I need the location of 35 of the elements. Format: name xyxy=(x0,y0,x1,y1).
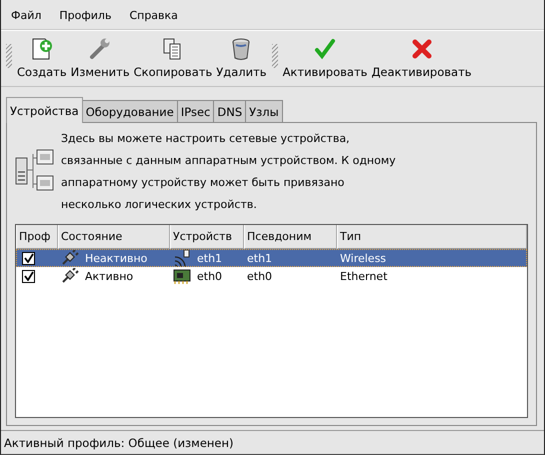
plug-icon xyxy=(61,268,79,284)
alias-text: eth1 xyxy=(247,252,272,264)
wrench-icon xyxy=(88,37,112,61)
tab[interactable]: Оборудование xyxy=(82,100,178,122)
table-row[interactable]: Неактивно eth1 eth1 Wireless xyxy=(16,249,527,267)
description-text: Здесь вы можете настроить сетевые устройства, связанные с данным аппаратным устройством. К одному аппаратному устройству может быть привязано несколько логических устройств. xyxy=(61,131,397,213)
checkbox[interactable] xyxy=(22,252,35,264)
network-card-icon xyxy=(173,268,191,284)
menu-item[interactable]: Профиль xyxy=(59,9,112,22)
tab[interactable]: Устройства xyxy=(6,97,83,123)
cross-icon xyxy=(410,37,434,61)
type-text: Ethernet xyxy=(340,270,388,282)
new-document-icon xyxy=(30,37,54,61)
type-text: Wireless xyxy=(340,252,386,264)
table-row[interactable]: Активно eth0 eth0 Ethernet xyxy=(16,267,527,285)
device-text: eth0 xyxy=(197,270,222,282)
tab[interactable]: Узлы xyxy=(245,100,283,122)
status-bar: Активный профиль: Общее (изменен) xyxy=(1,430,544,454)
status-text: Неактивно xyxy=(85,252,148,264)
menu-item[interactable]: Справка xyxy=(129,9,178,22)
alias-text: eth0 xyxy=(247,270,272,282)
device-text: eth1 xyxy=(197,252,222,264)
checkbox[interactable] xyxy=(22,270,35,282)
plug-icon xyxy=(61,250,79,266)
toolbar-button[interactable]: Создать xyxy=(15,34,69,82)
tab[interactable]: IPsec xyxy=(176,100,214,122)
tab[interactable]: DNS xyxy=(213,100,246,122)
toolbar-button[interactable]: Изменить xyxy=(68,34,132,82)
status-text: Активно xyxy=(85,270,134,282)
toolbar-button[interactable]: Деактивировать xyxy=(369,34,474,82)
toolbar-button[interactable]: Активировать xyxy=(280,34,370,82)
toolbar-button[interactable]: Удалить xyxy=(214,34,269,82)
check-mark-icon xyxy=(313,37,337,61)
menu-item[interactable]: Файл xyxy=(11,9,42,22)
toolbar-button[interactable]: Скопировать xyxy=(132,34,214,82)
